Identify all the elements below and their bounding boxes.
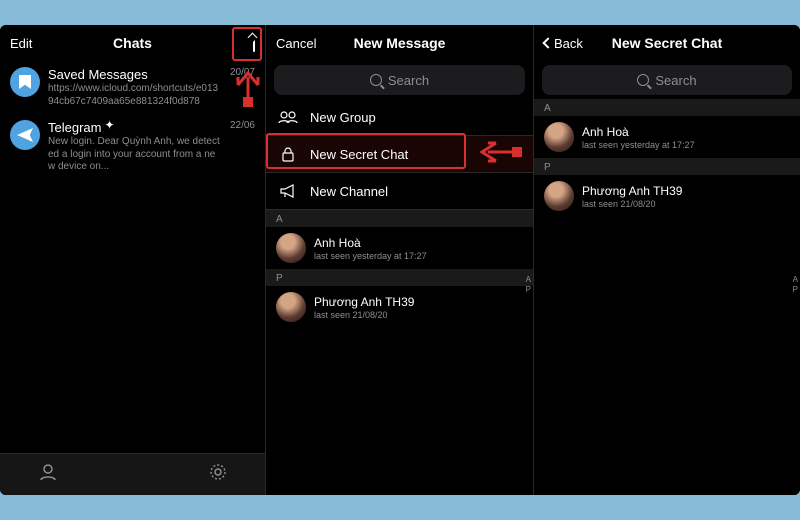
search-input[interactable]: Search bbox=[274, 65, 525, 95]
option-new-channel[interactable]: New Channel bbox=[266, 173, 533, 210]
index-bar[interactable]: AP bbox=[526, 275, 531, 295]
contact-sub: last seen 21/08/20 bbox=[582, 199, 682, 209]
chat-row[interactable]: Saved Messages https://www.icloud.com/sh… bbox=[0, 61, 265, 114]
tab-settings[interactable] bbox=[208, 462, 228, 487]
chat-time: 22/06 bbox=[230, 120, 255, 131]
contact-name: Anh Hoà bbox=[314, 236, 427, 250]
section-header: A bbox=[534, 99, 800, 116]
contact-name: Phương Anh TH39 bbox=[582, 184, 682, 198]
search-icon bbox=[370, 74, 382, 86]
option-label: New Channel bbox=[310, 184, 388, 199]
compose-button[interactable] bbox=[253, 36, 255, 51]
telegram-icon bbox=[10, 120, 40, 150]
contact-sub: last seen yesterday at 17:27 bbox=[582, 140, 695, 150]
chat-sub: https://www.icloud.com/shortcuts/e01394c… bbox=[48, 83, 222, 108]
search-placeholder: Search bbox=[388, 73, 429, 88]
compose-icon bbox=[253, 35, 255, 52]
contact-sub: last seen yesterday at 17:27 bbox=[314, 251, 427, 261]
header-title: New Message bbox=[354, 35, 446, 51]
back-button[interactable]: Back bbox=[544, 36, 583, 51]
header-title: Chats bbox=[113, 35, 152, 51]
contact-row[interactable]: Anh Hoàlast seen yesterday at 17:27 bbox=[534, 116, 800, 158]
option-new-group[interactable]: New Group bbox=[266, 99, 533, 136]
avatar bbox=[544, 122, 574, 152]
search-icon bbox=[637, 74, 649, 86]
new-secret-chat-pane: Back New Secret Chat Search A Anh Hoàlas… bbox=[534, 25, 800, 495]
edit-button[interactable]: Edit bbox=[10, 36, 32, 51]
tab-contacts[interactable] bbox=[38, 462, 58, 487]
avatar bbox=[276, 233, 306, 263]
option-label: New Secret Chat bbox=[310, 147, 408, 162]
option-label: New Group bbox=[310, 110, 376, 125]
section-header: P bbox=[534, 158, 800, 175]
index-bar[interactable]: AP bbox=[793, 275, 798, 295]
new-message-pane: Cancel New Message Search New Group New … bbox=[266, 25, 534, 495]
chats-header: Edit Chats bbox=[0, 25, 265, 61]
new-message-header: Cancel New Message bbox=[266, 25, 533, 61]
bookmark-icon bbox=[10, 67, 40, 97]
section-header: A bbox=[266, 210, 533, 227]
contact-row[interactable]: Phương Anh TH39last seen 21/08/20 bbox=[266, 286, 533, 328]
cancel-button[interactable]: Cancel bbox=[276, 36, 316, 51]
avatar bbox=[276, 292, 306, 322]
chats-pane: Edit Chats Saved Messages https://www.ic… bbox=[0, 25, 266, 495]
tab-bar bbox=[0, 453, 265, 495]
contact-sub: last seen 21/08/20 bbox=[314, 310, 414, 320]
contact-name: Phương Anh TH39 bbox=[314, 295, 414, 309]
search-input[interactable]: Search bbox=[542, 65, 792, 95]
contact-row[interactable]: Phương Anh TH39last seen 21/08/20 bbox=[534, 175, 800, 217]
chat-name: Saved Messages bbox=[48, 67, 222, 82]
contact-name: Anh Hoà bbox=[582, 125, 695, 139]
chat-time: 20/07 bbox=[230, 67, 255, 78]
group-icon bbox=[278, 109, 298, 125]
section-header: P bbox=[266, 269, 533, 286]
search-placeholder: Search bbox=[655, 73, 696, 88]
megaphone-icon bbox=[278, 183, 298, 199]
header-title: New Secret Chat bbox=[612, 35, 722, 51]
avatar bbox=[544, 181, 574, 211]
lock-icon bbox=[278, 146, 298, 162]
chat-name: Telegram✦ bbox=[48, 120, 222, 135]
chevron-left-icon bbox=[542, 37, 553, 48]
contact-row[interactable]: Anh Hoàlast seen yesterday at 17:27 bbox=[266, 227, 533, 269]
verified-icon: ✦ bbox=[104, 118, 114, 132]
secret-chat-header: Back New Secret Chat bbox=[534, 25, 800, 61]
option-new-secret-chat[interactable]: New Secret Chat bbox=[266, 136, 533, 173]
chat-sub: New login. Dear Quỳnh Anh, we detected a… bbox=[48, 136, 222, 174]
chat-row[interactable]: Telegram✦ New login. Dear Quỳnh Anh, we … bbox=[0, 114, 265, 180]
